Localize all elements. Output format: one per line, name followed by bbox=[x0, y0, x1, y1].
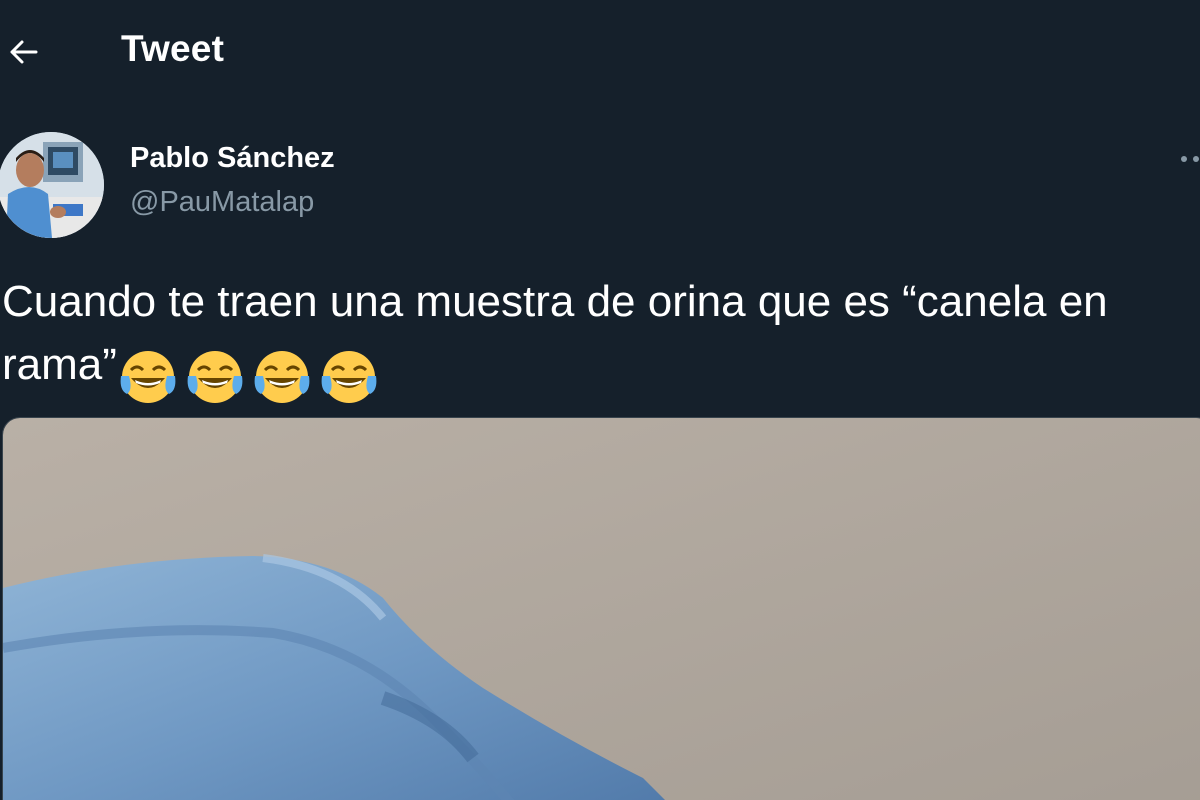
tweet-text: Cuando te traen una muestra de orina que… bbox=[2, 270, 1192, 408]
face-with-tears-of-joy-icon bbox=[318, 346, 380, 408]
face-with-tears-of-joy-icon bbox=[251, 346, 313, 408]
tweet-page: Tweet Pablo Sánchez @PauMatalap Cuando t… bbox=[0, 0, 1200, 800]
face-with-tears-of-joy-icon bbox=[184, 346, 246, 408]
page-title: Tweet bbox=[121, 28, 225, 69]
top-bar: Tweet bbox=[0, 0, 1200, 100]
face-with-tears-of-joy-icon bbox=[117, 346, 179, 408]
avatar-photo bbox=[0, 132, 104, 238]
tweet-media-image[interactable] bbox=[2, 417, 1200, 800]
more-dots-icon bbox=[1181, 156, 1199, 162]
back-button[interactable] bbox=[6, 34, 42, 70]
emoji-row bbox=[117, 343, 385, 408]
author-name[interactable]: Pablo Sánchez bbox=[130, 142, 335, 175]
more-options-button[interactable] bbox=[1176, 150, 1200, 168]
avatar[interactable] bbox=[0, 132, 104, 238]
gloved-hand-photo bbox=[3, 418, 1200, 800]
tweet-author: Pablo Sánchez @PauMatalap bbox=[0, 130, 1200, 240]
author-handle[interactable]: @PauMatalap bbox=[130, 186, 314, 219]
arrow-left-icon bbox=[10, 40, 38, 64]
